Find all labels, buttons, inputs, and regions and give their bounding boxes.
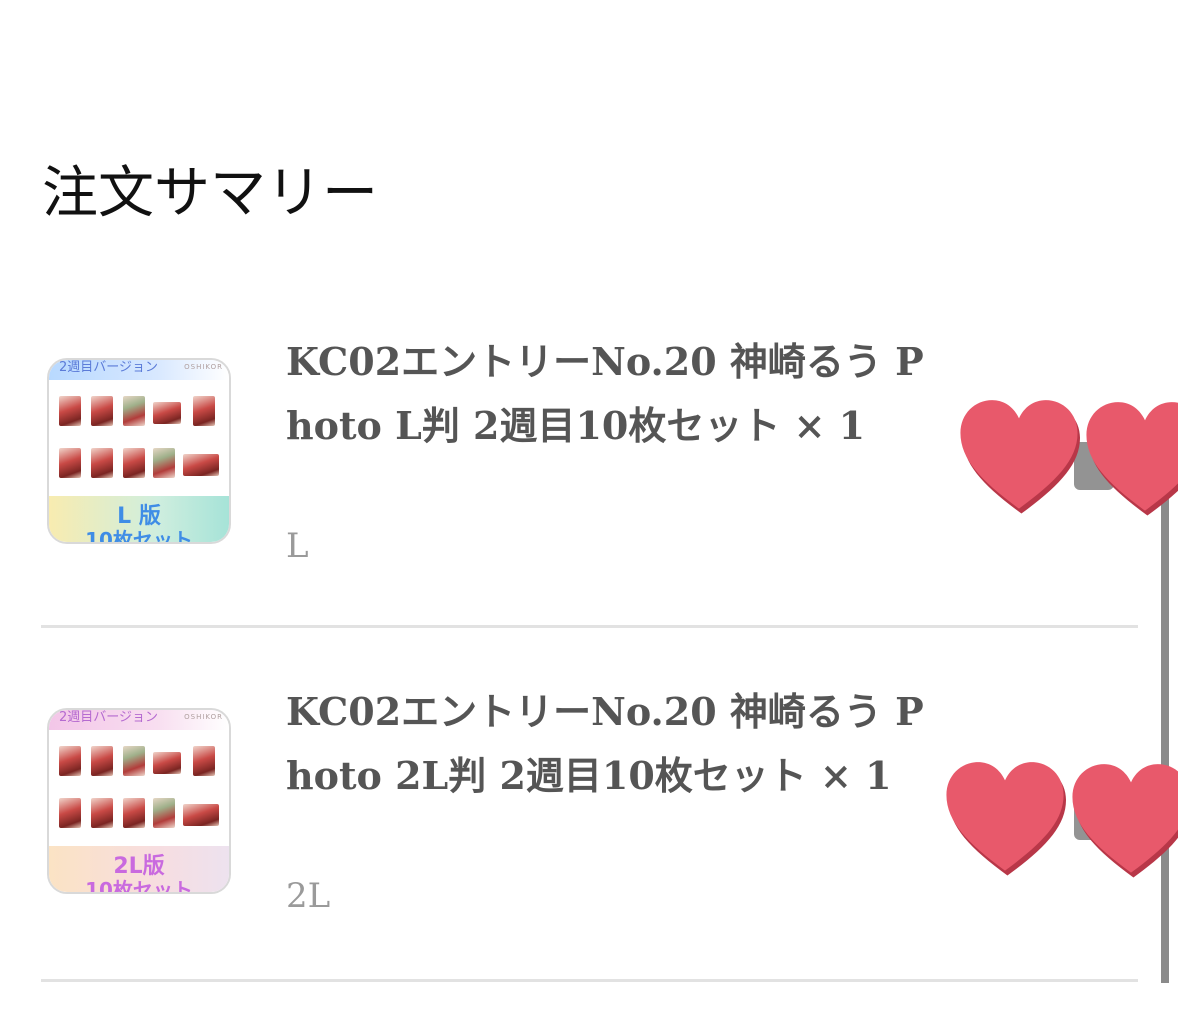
item-name[interactable]: KC02エントリーNo.20 神崎るう Photo 2L判 2週目10枚セット … [286,680,926,808]
thumbnail-photo [59,396,81,426]
scrollbar[interactable] [1161,470,1169,983]
heart-sticker-icon [946,762,1066,876]
thumbnail-photo [123,448,145,478]
heart-sticker-icon [1072,764,1178,878]
thumbnail-photo [59,798,81,828]
thumbnail-photo [183,804,219,826]
thumbnail-photo [123,746,145,776]
heart-sticker-icon [960,400,1080,514]
thumbnail-brand: OSHIKOR [184,363,223,371]
thumbnail-photo [183,454,219,476]
product-thumbnail[interactable]: 2週目バージョン OSHIKOR 2L版 10枚セット [47,708,231,894]
thumbnail-photo [193,396,215,426]
thumbnail-photo [123,798,145,828]
thumbnail-photo [91,448,113,478]
thumbnail-banner-text: 2週目バージョン [59,360,159,375]
thumbnail-set-label: 10枚セット [85,878,193,894]
item-variant: L [286,526,309,566]
thumbnail-photo [153,798,175,828]
product-thumbnail[interactable]: 2週目バージョン OSHIKOR L 版 10枚セット [47,358,231,544]
thumbnail-brand: OSHIKOR [184,713,223,721]
thumbnail-photo [91,396,113,426]
heart-sticker-icon [1086,402,1178,516]
thumbnail-photo [123,396,145,426]
item-divider [41,625,1138,628]
thumbnail-photo [91,798,113,828]
thumbnail-photo [91,746,113,776]
thumbnail-set-label: 10枚セット [85,528,193,544]
thumbnail-photo [59,448,81,478]
thumbnail-photo [153,402,181,424]
thumbnail-photo [153,752,181,774]
item-divider [41,979,1138,982]
item-name[interactable]: KC02エントリーNo.20 神崎るう Photo L判 2週目10枚セット ×… [286,330,926,458]
thumbnail-photo [193,746,215,776]
item-variant: 2L [286,876,331,916]
thumbnail-banner-text: 2週目バージョン [59,710,159,725]
thumbnail-photo [153,448,175,478]
thumbnail-photo [59,746,81,776]
